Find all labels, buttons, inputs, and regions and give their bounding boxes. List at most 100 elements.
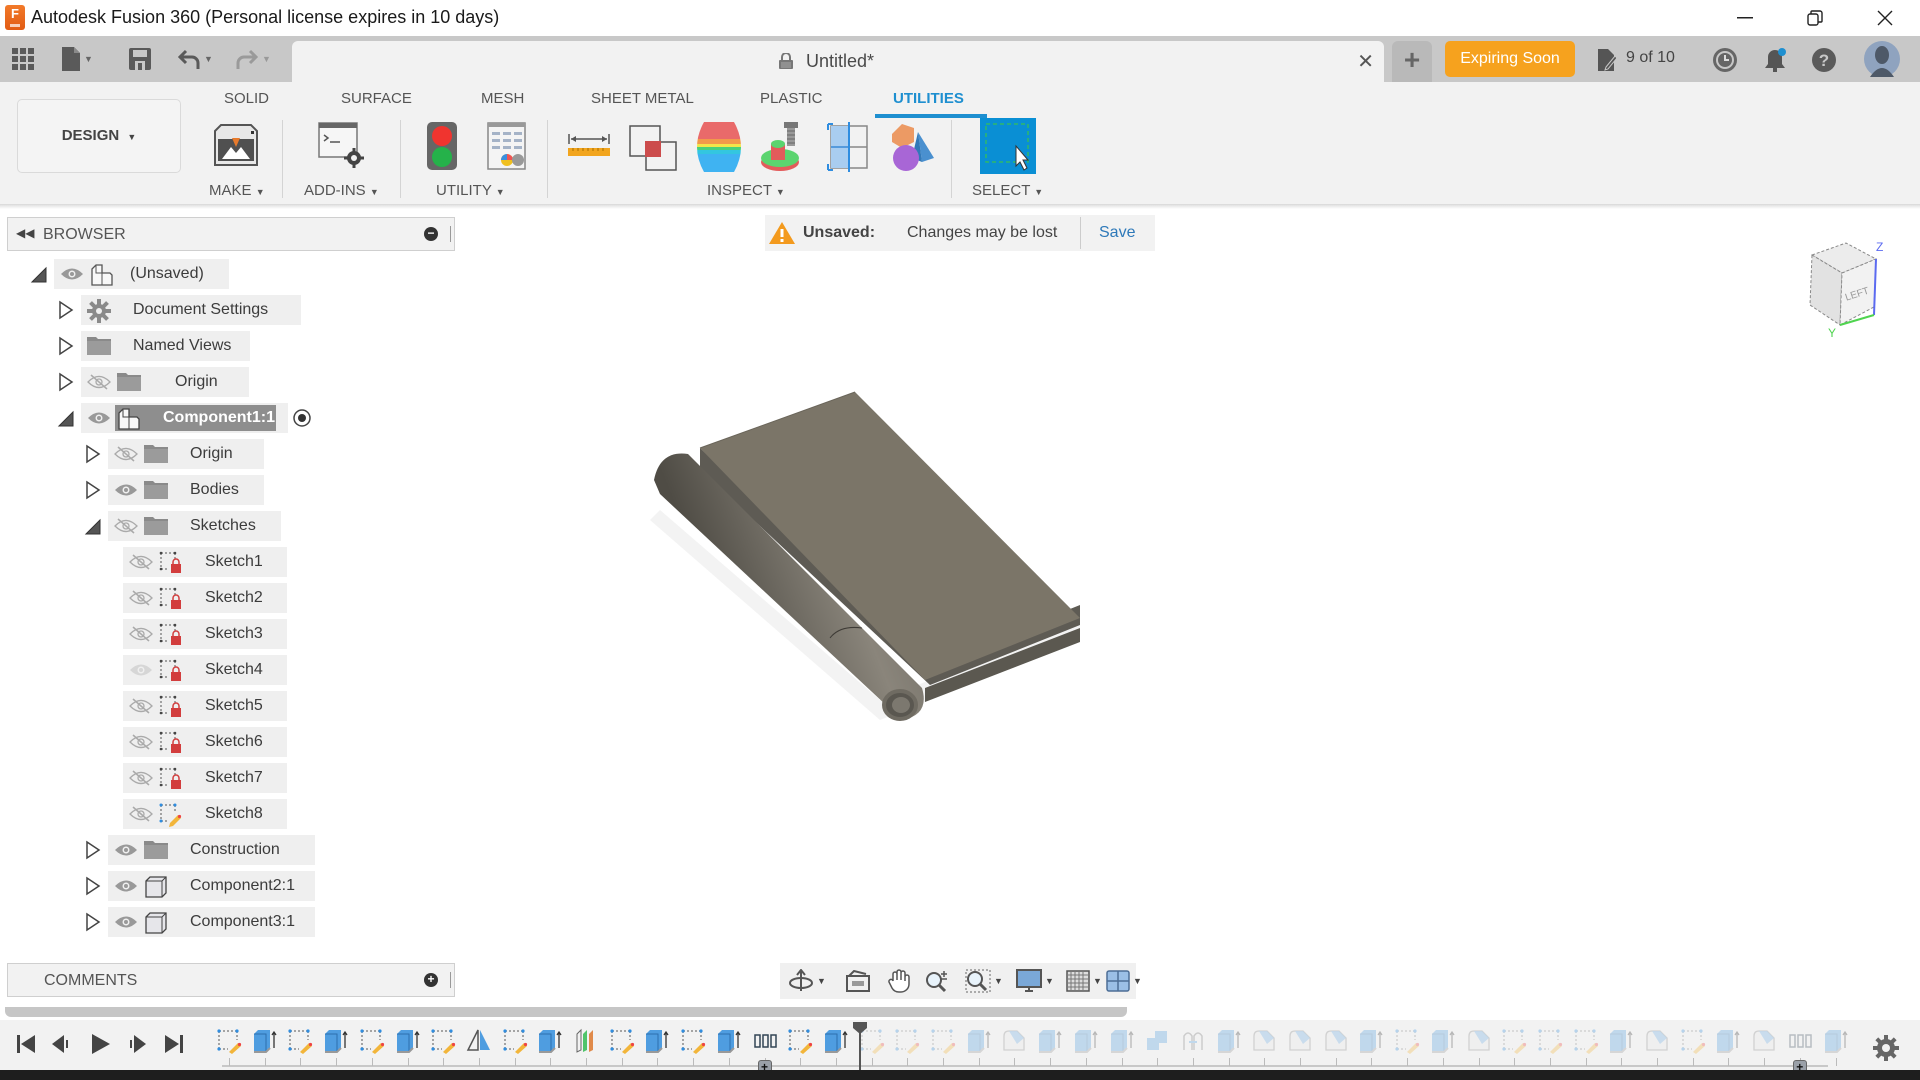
collapsed-triangle-icon[interactable]	[84, 876, 102, 896]
expanded-triangle-icon[interactable]	[57, 408, 75, 428]
visibility-eye-icon[interactable]	[114, 878, 138, 894]
panel-grip-handle[interactable]	[450, 972, 452, 988]
document-tab[interactable]: Untitled* ✕	[292, 41, 1384, 82]
timeline-scrollbar[interactable]	[5, 1007, 1127, 1017]
collapsed-triangle-icon[interactable]	[84, 840, 102, 860]
go-to-end-button[interactable]	[162, 1032, 186, 1056]
timeline-feature-sketch[interactable]	[930, 1028, 956, 1054]
timeline-feature-sketch[interactable]	[609, 1028, 635, 1054]
activate-component-radio[interactable]	[292, 408, 312, 428]
document-count[interactable]: 9 of 10	[1626, 49, 1675, 67]
job-status-icon[interactable]	[1711, 46, 1739, 74]
group-add-ins[interactable]: ADD-INS ▼	[304, 182, 379, 199]
collapsed-triangle-icon[interactable]	[57, 336, 75, 356]
timeline-feature-sketch[interactable]	[1537, 1028, 1563, 1054]
save-link[interactable]: Save	[1099, 224, 1135, 242]
help-icon[interactable]: ?	[1810, 46, 1838, 74]
step-forward-button[interactable]	[124, 1032, 148, 1056]
timeline-feature-extrude[interactable]	[823, 1028, 849, 1054]
panel-grip-handle[interactable]	[450, 226, 452, 242]
timeline-feature-extrude[interactable]	[1715, 1028, 1741, 1054]
add-comment-icon[interactable]: +	[424, 973, 438, 987]
orbit-button[interactable]: ▼	[788, 969, 826, 993]
curvature-map-icon[interactable]	[694, 122, 744, 172]
measure-icon[interactable]	[567, 132, 611, 160]
group-inspect[interactable]: INSPECT ▼	[707, 182, 785, 199]
save-button[interactable]	[129, 46, 151, 72]
timeline-feature-joint[interactable]	[1180, 1028, 1206, 1054]
timeline-feature-sketch[interactable]	[502, 1028, 528, 1054]
undo-button[interactable]: ▼	[178, 46, 213, 72]
timeline-feature-sketch[interactable]	[287, 1028, 313, 1054]
timeline-feature-extrude[interactable]	[966, 1028, 992, 1054]
timeline-feature-extrude[interactable]	[716, 1028, 742, 1054]
timeline-feature-extrude[interactable]	[537, 1028, 563, 1054]
close-window-button[interactable]	[1850, 0, 1920, 36]
timeline-feature-sketch[interactable]	[359, 1028, 385, 1054]
display-settings-button[interactable]: ▼	[1016, 969, 1054, 993]
comments-panel-header[interactable]: COMMENTS +	[7, 963, 455, 997]
timeline-feature-fillet[interactable]	[1287, 1028, 1313, 1054]
timeline-feature-sketch[interactable]	[430, 1028, 456, 1054]
restore-button[interactable]	[1780, 0, 1850, 36]
timeline-feature-fillet[interactable]	[1323, 1028, 1349, 1054]
fit-button[interactable]: ▼	[965, 969, 1003, 993]
timeline-feature-extrude[interactable]	[1358, 1028, 1384, 1054]
viewports-button[interactable]: ▼	[1106, 969, 1142, 993]
visibility-eye-icon[interactable]	[60, 266, 84, 282]
timeline-feature-combine[interactable]	[1144, 1028, 1170, 1054]
collapse-panel-icon[interactable]: ◀◀	[16, 226, 34, 240]
close-tab-icon[interactable]: ✕	[1357, 49, 1374, 74]
grid-settings-button[interactable]: ▼	[1066, 969, 1102, 993]
tab-utilities[interactable]: UTILITIES	[893, 90, 964, 107]
tab-solid[interactable]: SOLID	[224, 90, 269, 107]
visibility-hidden-icon[interactable]	[129, 698, 153, 714]
collapsed-triangle-icon[interactable]	[84, 912, 102, 932]
workspace-switcher[interactable]: DESIGN ▼	[17, 99, 181, 173]
timeline-feature-extrude[interactable]	[1823, 1028, 1849, 1054]
app-grid-icon[interactable]	[12, 46, 34, 72]
visibility-hidden-icon[interactable]	[129, 734, 153, 750]
timeline-feature-extrude[interactable]	[1037, 1028, 1063, 1054]
visibility-hidden-icon[interactable]	[129, 770, 153, 786]
timeline-feature-extrude[interactable]	[1216, 1028, 1242, 1054]
timeline-feature-extrude[interactable]	[1073, 1028, 1099, 1054]
traffic-light-icon[interactable]	[426, 121, 458, 171]
collapsed-triangle-icon[interactable]	[57, 372, 75, 392]
minimize-button[interactable]	[1710, 0, 1780, 36]
timeline-feature-split[interactable]	[573, 1028, 599, 1054]
hinge-model[interactable]	[640, 370, 1100, 730]
timeline-feature-extrude[interactable]	[252, 1028, 278, 1054]
file-menu-button[interactable]: ▼	[62, 46, 93, 72]
collapsed-triangle-icon[interactable]	[84, 444, 102, 464]
timeline-marker[interactable]	[852, 1022, 867, 1070]
timeline-feature-sketch[interactable]	[1573, 1028, 1599, 1054]
visibility-eye-icon[interactable]	[114, 842, 138, 858]
timeline-feature-pattern[interactable]	[1787, 1028, 1813, 1054]
select-button[interactable]	[980, 118, 1036, 174]
component-color-cycling-icon[interactable]	[888, 122, 936, 172]
play-button[interactable]	[88, 1032, 112, 1056]
visibility-hidden-icon[interactable]	[114, 518, 138, 534]
visibility-hidden-icon[interactable]	[129, 590, 153, 606]
timeline-feature-extrude[interactable]	[1430, 1028, 1456, 1054]
timeline-feature-sketch[interactable]	[1501, 1028, 1527, 1054]
collapsed-triangle-icon[interactable]	[84, 480, 102, 500]
timeline-feature-fillet[interactable]	[1644, 1028, 1670, 1054]
timeline-feature-sketch[interactable]	[1680, 1028, 1706, 1054]
group-make[interactable]: MAKE ▼	[209, 182, 265, 199]
timeline-feature-extrude[interactable]	[1608, 1028, 1634, 1054]
redo-button[interactable]: ▼	[236, 46, 271, 72]
scripts-addins-icon[interactable]	[318, 121, 366, 169]
pan-button[interactable]	[887, 969, 911, 993]
section-analysis-icon[interactable]	[825, 122, 871, 172]
parameters-table-icon[interactable]	[487, 122, 527, 170]
timeline-feature-mirror[interactable]	[466, 1028, 492, 1054]
3d-print-icon[interactable]	[211, 123, 261, 167]
timeline-feature-sketch[interactable]	[680, 1028, 706, 1054]
timeline-feature-fillet[interactable]	[1751, 1028, 1777, 1054]
timeline-feature-sketch[interactable]	[894, 1028, 920, 1054]
timeline-feature-extrude[interactable]	[644, 1028, 670, 1054]
group-select[interactable]: SELECT ▼	[972, 182, 1043, 199]
timeline-feature-fillet[interactable]	[1001, 1028, 1027, 1054]
